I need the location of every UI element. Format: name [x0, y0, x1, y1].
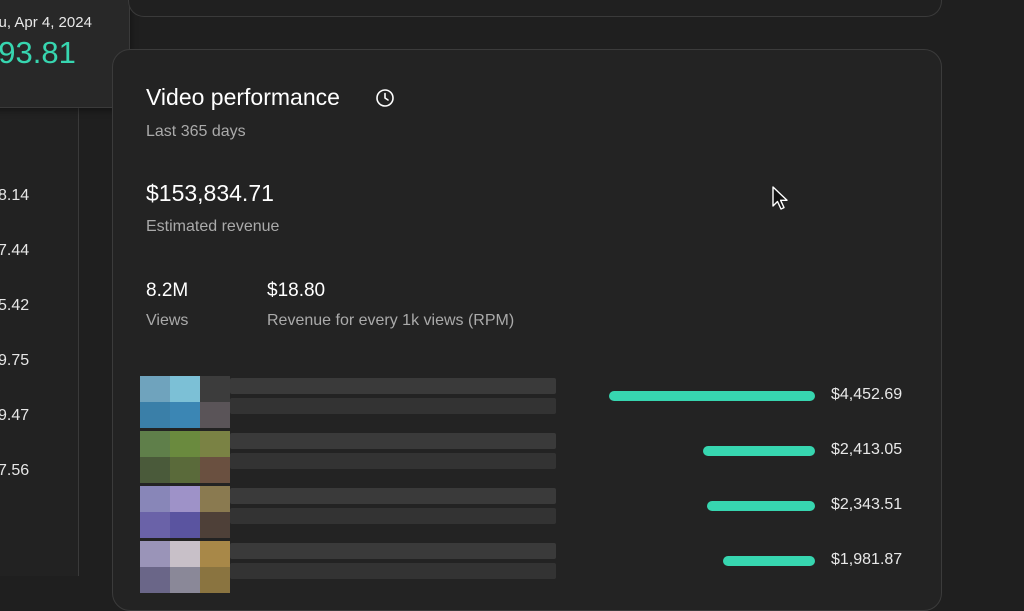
video-revenue: $1,981.87	[831, 551, 903, 568]
video-thumbnail[interactable]	[140, 541, 230, 593]
estimated-revenue-label: Estimated revenue	[146, 218, 280, 235]
left-table-value: 7.44	[0, 242, 30, 259]
rpm-value: $18.80	[267, 280, 326, 301]
rpm-label: Revenue for every 1k views (RPM)	[267, 312, 515, 329]
revenue-bar	[723, 556, 815, 566]
revenue-bar	[609, 391, 815, 401]
video-revenue: $2,343.51	[831, 496, 903, 513]
left-table-value: 8.14	[0, 187, 30, 204]
video-row[interactable]: $2,413.05	[113, 431, 941, 483]
tooltip-date: Thu, Apr 4, 2024	[0, 14, 92, 31]
top-card	[128, 0, 942, 17]
left-table-value: 7.56	[0, 462, 30, 479]
tooltip-value: 493.81	[0, 35, 76, 70]
chart-tooltip: Thu, Apr 4, 2024 493.81	[0, 0, 130, 108]
video-row[interactable]: $4,452.69	[113, 376, 941, 428]
left-table-value: 9.75	[0, 352, 30, 369]
estimated-revenue-value: $153,834.71	[146, 180, 274, 206]
views-label: Views	[146, 312, 189, 329]
left-table-value: 5.42	[0, 297, 30, 314]
revenue-bar	[707, 501, 815, 511]
video-thumbnail[interactable]	[140, 431, 230, 483]
card-title: Video performance	[146, 84, 340, 110]
video-thumbnail[interactable]	[140, 376, 230, 428]
video-thumbnail[interactable]	[140, 486, 230, 538]
video-performance-card: Video performance Last 365 days $153,834…	[112, 49, 942, 611]
video-row[interactable]: $1,981.87	[113, 541, 941, 593]
clock-icon[interactable]	[375, 88, 395, 108]
card-subtitle: Last 365 days	[146, 123, 246, 140]
video-revenue: $2,413.05	[831, 441, 903, 458]
left-table-value: 9.47	[0, 407, 30, 424]
video-row[interactable]: $2,343.51	[113, 486, 941, 538]
mouse-cursor-icon	[772, 186, 788, 210]
views-value: 8.2M	[146, 280, 189, 301]
video-revenue: $4,452.69	[831, 386, 903, 403]
revenue-bar	[703, 446, 815, 456]
